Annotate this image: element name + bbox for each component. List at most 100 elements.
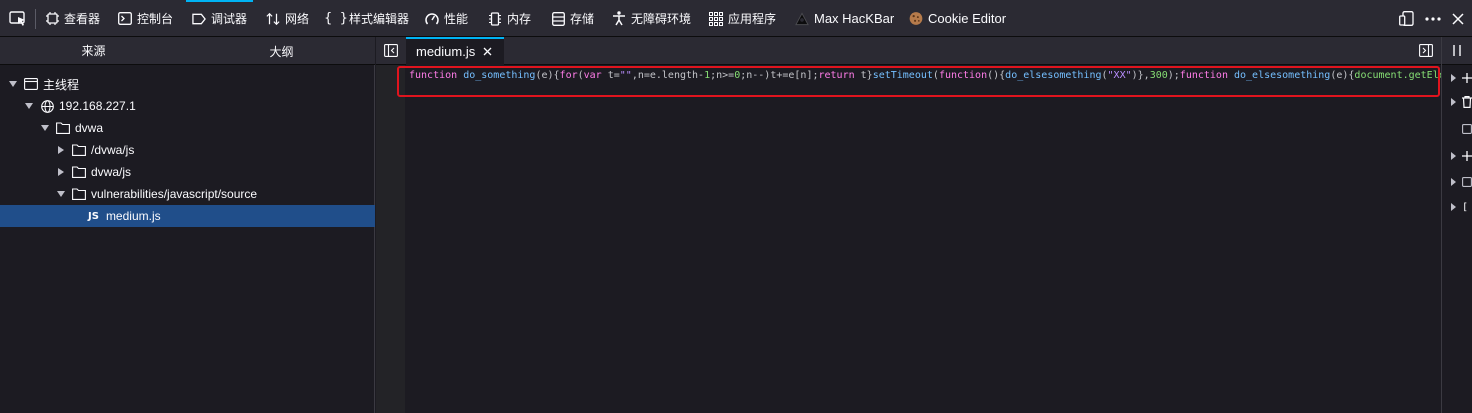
globe-icon	[40, 99, 54, 113]
tab-inspector[interactable]: 查看器	[45, 0, 100, 37]
secondary-panes: [	[1441, 37, 1472, 413]
tab-medium-js[interactable]: medium.js	[406, 37, 504, 65]
tab-sources[interactable]: 来源	[0, 37, 187, 65]
tab-label: 内存	[507, 12, 532, 26]
tab-label: 存储	[570, 12, 595, 26]
expanded-arrow-icon[interactable]	[24, 101, 34, 111]
tab-performance[interactable]: 性能	[425, 0, 468, 37]
tree-item-dvwa[interactable]: dvwa	[0, 117, 375, 139]
inspector-icon	[45, 12, 59, 26]
close-icon	[483, 47, 492, 55]
pane-header-dom-mutation[interactable]: [	[1442, 194, 1472, 220]
pause-button[interactable]	[1453, 45, 1461, 59]
style-editor-icon: { }	[324, 11, 348, 26]
expanded-arrow-icon[interactable]	[8, 79, 18, 89]
tree-item-host[interactable]: 192.168.227.1	[0, 95, 375, 117]
collapsed-arrow-icon	[1451, 178, 1456, 186]
toolbar-separator	[35, 9, 36, 29]
sources-tabs: 来源 大纲	[0, 37, 375, 65]
tab-application[interactable]: 应用程序	[709, 0, 776, 37]
tab-outline[interactable]: 大纲	[188, 37, 375, 65]
code-editor[interactable]: function do_something(e){for(var t="",n=…	[405, 65, 1441, 413]
js-file-icon: JS	[88, 210, 99, 222]
collapsed-arrow-icon[interactable]	[56, 145, 66, 155]
folder-icon	[56, 121, 70, 135]
tab-label: 查看器	[64, 12, 101, 26]
tab-storage[interactable]: 存储	[551, 0, 594, 37]
more-options-icon	[1425, 16, 1441, 21]
add-icon	[1462, 151, 1472, 161]
cookie-icon	[909, 12, 923, 26]
expanded-arrow-icon[interactable]	[56, 189, 66, 199]
tree-item-label: dvwa/js	[91, 165, 132, 179]
tree-item-label: dvwa	[75, 121, 104, 135]
tab-console[interactable]: 控制台	[118, 0, 173, 37]
tab-label: 应用程序	[728, 12, 777, 26]
tree-item-main-thread[interactable]: 主线程	[0, 73, 375, 95]
window-icon	[24, 77, 38, 91]
trash-icon	[1462, 96, 1472, 108]
toggle-secondary-panes-button[interactable]	[1419, 44, 1433, 60]
checkbox-icon[interactable]	[1462, 124, 1472, 134]
tree-item-folder[interactable]: vulnerabilities/javascript/source	[0, 183, 375, 205]
accessibility-icon	[612, 11, 626, 26]
tab-label: 样式编辑器	[349, 12, 410, 26]
responsive-design-icon	[1399, 11, 1414, 26]
tree-item-file[interactable]: JS medium.js	[0, 205, 375, 227]
folder-icon	[72, 165, 86, 179]
tab-network[interactable]: 网络	[266, 0, 309, 37]
tab-memory[interactable]: 内存	[488, 0, 531, 37]
pane-header-xhr-breakpoints[interactable]	[1442, 143, 1472, 169]
collapsed-arrow-icon[interactable]	[56, 167, 66, 177]
toggle-sources-panel-button[interactable]	[384, 44, 398, 60]
tree-item-label: /dvwa/js	[91, 143, 135, 157]
add-icon	[1462, 73, 1472, 83]
line-number-gutter[interactable]	[376, 65, 405, 413]
pane-header-watch[interactable]	[1442, 65, 1472, 91]
tree-item-folder[interactable]: dvwa/js	[0, 161, 375, 183]
tab-max-hackbar[interactable]: Max HacKBar	[795, 0, 894, 37]
tab-debugger[interactable]: 调试器	[185, 0, 254, 37]
close-devtools-button[interactable]	[1452, 0, 1464, 37]
storage-icon	[551, 11, 565, 26]
responsive-design-button[interactable]	[1399, 0, 1414, 37]
pane-label: [	[1462, 201, 1469, 213]
more-options-button[interactable]	[1425, 0, 1441, 37]
folder-icon	[72, 143, 86, 157]
sources-panel: 来源 大纲 主线程 192.168.227.1 dvwa /dvwa/js dv…	[0, 37, 375, 413]
pane-header-breakpoints[interactable]	[1442, 89, 1472, 115]
editor-tab-label: medium.js	[416, 43, 476, 59]
pane-checkbox-row[interactable]	[1442, 116, 1472, 142]
performance-icon	[425, 12, 439, 26]
debugger-controls-bar	[1442, 37, 1472, 65]
hackbar-icon	[795, 11, 809, 26]
tab-label: Cookie Editor	[928, 11, 1007, 26]
tab-style-editor[interactable]: { } 样式编辑器	[324, 0, 410, 37]
editor-tab-bar: medium.js	[376, 37, 1441, 65]
network-icon	[266, 12, 280, 26]
collapsed-arrow-icon	[1451, 152, 1456, 160]
memory-icon	[488, 11, 502, 26]
tab-cookie-editor[interactable]: Cookie Editor	[909, 0, 1006, 37]
folder-icon	[72, 187, 86, 201]
close-tab-button[interactable]	[483, 44, 492, 59]
red-annotation-box	[397, 66, 1440, 97]
expanded-arrow-icon[interactable]	[40, 123, 50, 133]
tree-item-label: 主线程	[43, 77, 80, 92]
tab-accessibility[interactable]: 无障碍环境	[612, 0, 691, 37]
tree-item-label: vulnerabilities/javascript/source	[91, 187, 258, 201]
application-icon	[709, 11, 723, 26]
tree-item-label: 192.168.227.1	[59, 99, 136, 113]
tab-label: 性能	[444, 12, 469, 26]
tree-item-folder[interactable]: /dvwa/js	[0, 139, 375, 161]
devtools-toolbar: 查看器 控制台 调试器 网络 { } 样式编辑器 性能 内存 存储 无障碍环境 …	[0, 0, 1472, 37]
tab-label: 控制台	[137, 12, 174, 26]
tab-label: Max HacKBar	[814, 11, 895, 26]
sidebar-toggle-icon	[1419, 44, 1433, 57]
pause-icon	[1453, 45, 1461, 56]
collapsed-arrow-icon	[1451, 203, 1456, 211]
pane-header-event-breakpoints[interactable]	[1442, 169, 1472, 195]
sidebar-toggle-icon	[384, 44, 398, 57]
checkbox-icon[interactable]	[1462, 177, 1472, 187]
element-picker-icon[interactable]	[9, 11, 27, 27]
